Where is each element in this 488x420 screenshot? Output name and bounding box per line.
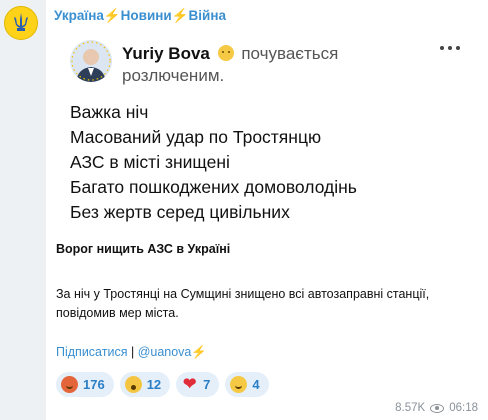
- post-text: Важка ніч Масований удар по Тростянцю АЗ…: [70, 100, 357, 225]
- post-line: АЗС в місті знищені: [70, 152, 230, 172]
- facebook-post-screenshot[interactable]: Yuriy Bova почувається розлюченим. Важка…: [56, 30, 468, 230]
- reaction-angry[interactable]: 176: [56, 372, 114, 397]
- more-options-icon: [440, 46, 460, 50]
- channel-name-part: Війна: [188, 8, 226, 23]
- message-links: Підписатися | @uanova⚡: [56, 345, 207, 360]
- reaction-count: 176: [83, 377, 105, 392]
- post-line: Без жертв серед цивільних: [70, 202, 290, 222]
- reactions-bar: 176 12 ❤ 7 4: [56, 372, 269, 397]
- message-body: За ніч у Тростянці на Сумщині знищено вс…: [56, 287, 430, 320]
- eye-icon: [430, 403, 445, 413]
- reaction-heart[interactable]: ❤ 7: [176, 372, 220, 397]
- angry-face-icon: [217, 45, 234, 61]
- lightning-icon: ⚡: [103, 8, 121, 23]
- feeling-text-continued: розлюченим.: [122, 66, 225, 85]
- post-line: Багато пошкоджених домоволодінь: [70, 177, 357, 197]
- reaction-scream[interactable]: 12: [119, 372, 171, 397]
- message-bubble: Україна⚡Новини⚡Війна Yuriy Bova почуваєт…: [46, 0, 488, 420]
- author-line: Yuriy Bova почувається: [122, 44, 338, 64]
- message-time: 06:18: [449, 402, 478, 414]
- link-separator: |: [130, 345, 135, 359]
- red-heart-icon: ❤: [182, 376, 197, 393]
- post-line: Важка ніч: [70, 102, 149, 122]
- angry-face-icon: [61, 376, 78, 393]
- grinning-face-icon: [230, 376, 248, 393]
- lightning-icon: ⚡: [171, 8, 189, 23]
- reaction-count: 7: [203, 377, 211, 392]
- reaction-count: 4: [252, 377, 260, 392]
- post-line: Масований удар по Тростянцю: [70, 127, 322, 147]
- reaction-count: 12: [146, 377, 162, 392]
- view-count: 8.57K: [395, 402, 426, 414]
- feeling-text: почувається: [241, 44, 339, 63]
- channel-handle-link[interactable]: @uanova: [138, 345, 192, 359]
- channel-name-part: Новини: [120, 8, 172, 23]
- trident-icon: [14, 13, 28, 31]
- channel-name-part: Україна: [54, 8, 104, 23]
- message-meta: 8.57K 06:18: [395, 402, 478, 414]
- screaming-face-icon: [124, 376, 142, 393]
- channel-avatar[interactable]: [4, 6, 38, 40]
- message-headline: Ворог нищить АЗС в Україні: [56, 242, 231, 256]
- author-avatar: [70, 40, 112, 82]
- subscribe-link[interactable]: Підписатися: [56, 345, 127, 359]
- channel-name[interactable]: Україна⚡Новини⚡Війна: [54, 8, 226, 24]
- lightning-icon: ⚡: [191, 345, 207, 359]
- reaction-grin[interactable]: 4: [225, 372, 269, 397]
- author-name: Yuriy Bova: [122, 44, 210, 63]
